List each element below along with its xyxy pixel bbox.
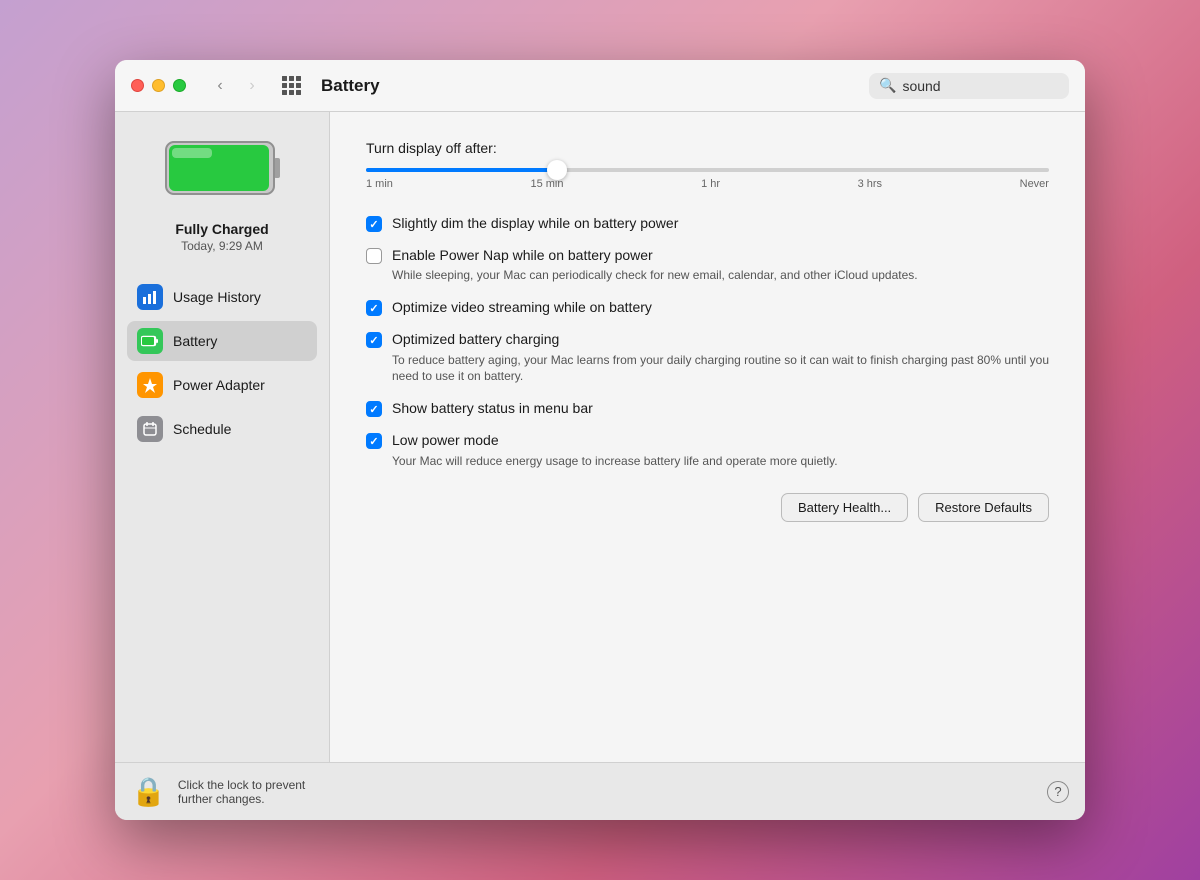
lock-text-line1: Click the lock to prevent	[178, 778, 305, 792]
option-row-low-power: Low power mode Your Mac will reduce ener…	[366, 431, 1049, 469]
option-sublabel-power-nap: While sleeping, your Mac can periodicall…	[392, 267, 1049, 284]
usage-history-icon	[137, 284, 163, 310]
option-label-video-streaming: Optimize video streaming while on batter…	[392, 298, 1049, 316]
battery-health-button[interactable]: Battery Health...	[781, 493, 908, 522]
slider-mark-never: Never	[1020, 178, 1049, 190]
slider-thumb[interactable]	[547, 160, 567, 180]
close-button[interactable]	[131, 79, 144, 92]
display-off-slider-container: Turn display off after: 1 min 15 min 1 h…	[366, 140, 1049, 190]
sidebar-item-battery[interactable]: Battery	[127, 321, 317, 361]
lock-text: Click the lock to prevent further change…	[178, 778, 1035, 806]
option-label-battery-status: Show battery status in menu bar	[392, 399, 1049, 417]
power-adapter-icon	[137, 372, 163, 398]
sidebar-label-usage-history: Usage History	[173, 289, 261, 305]
battery-icon	[162, 132, 282, 209]
battery-nav-icon	[137, 328, 163, 354]
search-icon: 🔍	[879, 77, 896, 94]
forward-button[interactable]: ›	[238, 72, 266, 100]
option-text-dim-display: Slightly dim the display while on batter…	[392, 214, 1049, 232]
slider-fill	[366, 168, 557, 172]
option-label-battery-charging: Optimized battery charging	[392, 330, 1049, 348]
option-row-battery-status: Show battery status in menu bar	[366, 399, 1049, 417]
back-button[interactable]: ‹	[206, 72, 234, 100]
minimize-button[interactable]	[152, 79, 165, 92]
sidebar: Fully Charged Today, 9:29 AM Usage Histo…	[115, 112, 330, 762]
schedule-icon	[137, 416, 163, 442]
search-input[interactable]	[902, 78, 1083, 94]
search-box: 🔍 ✕	[869, 73, 1069, 99]
option-row-dim-display: Slightly dim the display while on batter…	[366, 214, 1049, 232]
option-text-battery-status: Show battery status in menu bar	[392, 399, 1049, 417]
slider-label: Turn display off after:	[366, 140, 1049, 156]
sidebar-label-battery: Battery	[173, 333, 217, 349]
sidebar-item-usage-history[interactable]: Usage History	[127, 277, 317, 317]
slider-track-wrapper	[366, 168, 1049, 172]
option-sublabel-low-power: Your Mac will reduce energy usage to inc…	[392, 453, 1049, 470]
lock-text-line2: further changes.	[178, 792, 265, 806]
option-text-video-streaming: Optimize video streaming while on batter…	[392, 298, 1049, 316]
option-text-low-power: Low power mode Your Mac will reduce ener…	[392, 431, 1049, 469]
slider-mark-1hr: 1 hr	[701, 178, 720, 190]
option-label-power-nap: Enable Power Nap while on battery power	[392, 246, 1049, 264]
slider-mark-3hrs: 3 hrs	[858, 178, 882, 190]
checkbox-battery-charging[interactable]	[366, 332, 382, 348]
maximize-button[interactable]	[173, 79, 186, 92]
slider-labels: 1 min 15 min 1 hr 3 hrs Never	[366, 178, 1049, 190]
option-sublabel-battery-charging: To reduce battery aging, your Mac learns…	[392, 352, 1049, 386]
window-title: Battery	[321, 76, 380, 96]
checkbox-low-power[interactable]	[366, 433, 382, 449]
option-text-battery-charging: Optimized battery charging To reduce bat…	[392, 330, 1049, 385]
battery-image	[162, 132, 282, 204]
battery-status-label: Fully Charged	[175, 221, 268, 237]
sidebar-item-schedule[interactable]: Schedule	[127, 409, 317, 449]
battery-time-label: Today, 9:29 AM	[181, 239, 263, 253]
option-label-low-power: Low power mode	[392, 431, 1049, 449]
sidebar-navigation: Usage History Battery	[115, 277, 329, 449]
traffic-lights	[131, 79, 186, 92]
sidebar-label-power-adapter: Power Adapter	[173, 377, 265, 393]
option-label-dim-display: Slightly dim the display while on batter…	[392, 214, 1049, 232]
nav-buttons: ‹ ›	[206, 72, 266, 100]
titlebar: ‹ › Battery 🔍 ✕	[115, 60, 1085, 112]
help-button[interactable]: ?	[1047, 781, 1069, 803]
main-panel: Turn display off after: 1 min 15 min 1 h…	[330, 112, 1085, 762]
system-preferences-window: ‹ › Battery 🔍 ✕	[115, 60, 1085, 820]
checkbox-power-nap[interactable]	[366, 248, 382, 264]
checkbox-video-streaming[interactable]	[366, 300, 382, 316]
bottom-buttons: Battery Health... Restore Defaults	[366, 493, 1049, 522]
checkbox-battery-status[interactable]	[366, 401, 382, 417]
option-text-power-nap: Enable Power Nap while on battery power …	[392, 246, 1049, 284]
grid-icon[interactable]	[282, 76, 301, 95]
lock-icon[interactable]: 🔒	[131, 775, 166, 808]
slider-track	[366, 168, 1049, 172]
sidebar-label-schedule: Schedule	[173, 421, 231, 437]
slider-mark-1min: 1 min	[366, 178, 393, 190]
lock-bar: 🔒 Click the lock to prevent further chan…	[115, 762, 1085, 820]
sidebar-item-power-adapter[interactable]: Power Adapter	[127, 365, 317, 405]
restore-defaults-button[interactable]: Restore Defaults	[918, 493, 1049, 522]
content-area: Fully Charged Today, 9:29 AM Usage Histo…	[115, 112, 1085, 762]
option-row-video-streaming: Optimize video streaming while on batter…	[366, 298, 1049, 316]
option-row-power-nap: Enable Power Nap while on battery power …	[366, 246, 1049, 284]
option-row-battery-charging: Optimized battery charging To reduce bat…	[366, 330, 1049, 385]
checkbox-dim-display[interactable]	[366, 216, 382, 232]
